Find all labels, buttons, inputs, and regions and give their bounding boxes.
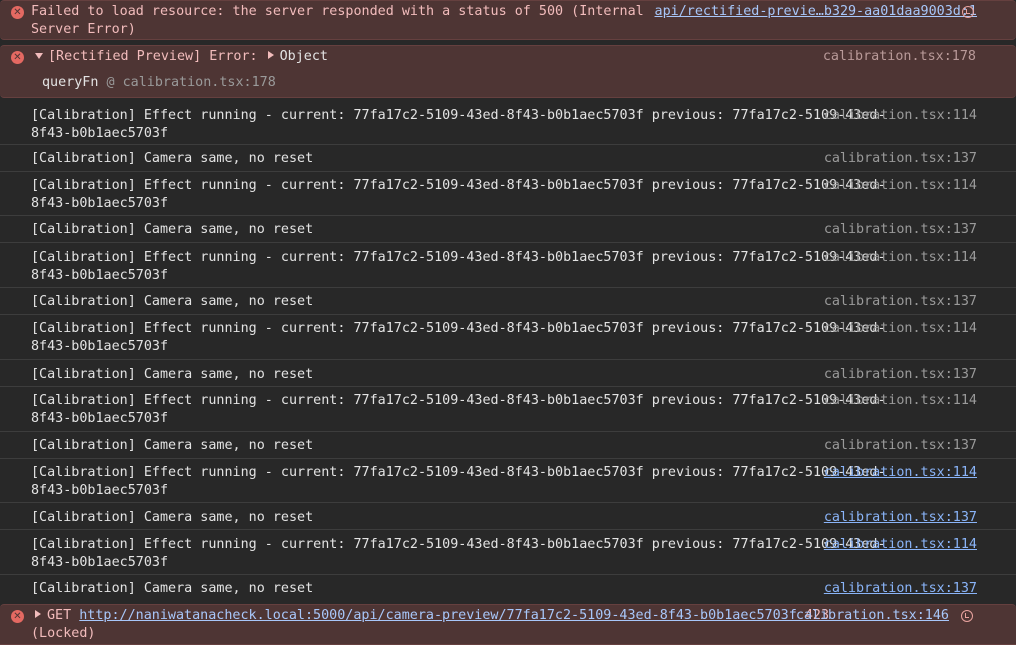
log-line1: [Calibration] Effect running - current: …	[31, 393, 886, 408]
log-message: [Calibration] Camera same, no reset	[31, 222, 314, 237]
network-retry-icon[interactable]	[961, 610, 973, 622]
error-message-line2: Server Error)	[31, 22, 136, 37]
log-message: [Calibration] Effect running - current: …	[31, 107, 886, 143]
console-log-camera-same: [Calibration] Camera same, no reset cali…	[0, 432, 1016, 459]
log-line1: [Calibration] Effect running - current: …	[31, 537, 886, 552]
stack-function: queryFn	[42, 75, 99, 90]
source-link[interactable]: calibration.tsx:137	[824, 150, 977, 168]
network-retry-icon[interactable]	[962, 6, 974, 18]
log-message: [Calibration] Camera same, no reset	[31, 367, 314, 382]
request-url[interactable]: http://naniwatanacheck.local:5000/api/ca…	[79, 608, 797, 623]
log-message: [Calibration] Effect running - current: …	[31, 249, 886, 285]
devtools-console: ✕ Failed to load resource: the server re…	[0, 0, 1016, 645]
log-line2: 8f43-b0b1aec5703f	[31, 411, 169, 426]
error-message: [Rectified Preview] Error: Object	[35, 48, 328, 66]
expand-object-icon[interactable]	[267, 51, 274, 59]
log-line2: 8f43-b0b1aec5703f	[31, 483, 169, 498]
error-icon: ✕	[11, 610, 24, 623]
source-link[interactable]: calibration.tsx:137	[824, 221, 977, 239]
log-message: [Calibration] Camera same, no reset	[31, 510, 314, 525]
source-link[interactable]: calibration.tsx:114	[824, 249, 977, 267]
log-line1: [Calibration] Effect running - current: …	[31, 108, 886, 123]
log-line2: 8f43-b0b1aec5703f	[31, 268, 169, 283]
log-line1: [Calibration] Effect running - current: …	[31, 178, 886, 193]
console-log-effect: [Calibration] Effect running - current: …	[0, 530, 1016, 575]
request-method: GET	[47, 608, 72, 623]
error-message: Failed to load resource: the server resp…	[31, 3, 644, 39]
source-link[interactable]: calibration.tsx:137	[824, 509, 977, 527]
source-link[interactable]: calibration.tsx:114	[824, 107, 977, 125]
console-log-camera-same: [Calibration] Camera same, no reset cali…	[0, 575, 1016, 603]
console-log-camera-same: [Calibration] Camera same, no reset cali…	[0, 216, 1016, 243]
source-link[interactable]: calibration.tsx:178	[823, 48, 976, 66]
console-log-camera-same: [Calibration] Camera same, no reset cali…	[0, 288, 1016, 315]
source-link[interactable]: calibration.tsx:114	[824, 177, 977, 195]
console-log-effect: [Calibration] Effect running - current: …	[0, 243, 1016, 288]
console-log-effect: [Calibration] Effect running - current: …	[0, 387, 1016, 432]
log-line2: 8f43-b0b1aec5703f	[31, 126, 169, 141]
source-link[interactable]: api/rectified-previe…b329-aa01daa9003d:1	[655, 3, 977, 21]
console-log-camera-same: [Calibration] Camera same, no reset cali…	[0, 503, 1016, 530]
log-message: [Calibration] Effect running - current: …	[31, 392, 886, 428]
log-message: [Calibration] Camera same, no reset	[31, 438, 314, 453]
console-error-network: ✕ GET http://naniwatanacheck.local:5000/…	[0, 604, 1016, 645]
console-error-resource: ✕ Failed to load resource: the server re…	[0, 0, 1016, 40]
console-log-camera-same: [Calibration] Camera same, no reset cali…	[0, 360, 1016, 387]
log-message: [Calibration] Camera same, no reset	[31, 581, 314, 596]
console-log-effect: [Calibration] Effect running - current: …	[0, 459, 1016, 503]
source-link[interactable]: calibration.tsx:114	[824, 464, 977, 482]
source-link[interactable]: calibration.tsx:137	[824, 293, 977, 311]
error-prefix: [Rectified Preview] Error:	[48, 49, 258, 64]
source-link[interactable]: calibration.tsx:137	[824, 580, 977, 598]
expand-request-icon[interactable]	[35, 610, 41, 618]
object-label[interactable]: Object	[280, 49, 328, 64]
source-link[interactable]: calibration.tsx:146	[796, 607, 949, 625]
console-log-effect: [Calibration] Effect running - current: …	[0, 315, 1016, 360]
log-line2: 8f43-b0b1aec5703f	[31, 196, 169, 211]
error-message-line1: Failed to load resource: the server resp…	[31, 4, 644, 19]
source-link[interactable]: calibration.tsx:114	[824, 392, 977, 410]
log-line2: 8f43-b0b1aec5703f	[31, 555, 169, 570]
log-message: [Calibration] Effect running - current: …	[31, 464, 886, 500]
source-link[interactable]: calibration.tsx:137	[824, 366, 977, 384]
source-link[interactable]: calibration.tsx:137	[824, 437, 977, 455]
log-line1: [Calibration] Effect running - current: …	[31, 250, 886, 265]
stack-source[interactable]: calibration.tsx:178	[123, 75, 276, 90]
console-log-effect: [Calibration] Effect running - current: …	[0, 101, 1016, 145]
error-message: GET http://naniwatanacheck.local:5000/ap…	[35, 607, 829, 625]
log-message: [Calibration] Effect running - current: …	[31, 177, 886, 213]
console-log-effect: [Calibration] Effect running - current: …	[0, 172, 1016, 216]
console-log-camera-same: [Calibration] Camera same, no reset cali…	[0, 145, 1016, 172]
error-icon: ✕	[11, 6, 24, 19]
log-line1: [Calibration] Effect running - current: …	[31, 465, 886, 480]
log-message: [Calibration] Effect running - current: …	[31, 536, 886, 572]
log-message: [Calibration] Effect running - current: …	[31, 320, 886, 356]
stack-at: @	[106, 75, 115, 90]
stack-frame: queryFn @ calibration.tsx:178	[42, 74, 276, 92]
source-link[interactable]: calibration.tsx:114	[824, 320, 977, 338]
source-link[interactable]: calibration.tsx:114	[824, 536, 977, 554]
log-line2: 8f43-b0b1aec5703f	[31, 339, 169, 354]
request-status-text: (Locked)	[31, 626, 96, 641]
console-error-rectified-preview: ✕ [Rectified Preview] Error: Object calib…	[0, 45, 1016, 98]
error-icon: ✕	[11, 51, 24, 64]
log-line1: [Calibration] Effect running - current: …	[31, 321, 886, 336]
expand-triangle-icon[interactable]	[35, 53, 43, 59]
log-message: [Calibration] Camera same, no reset	[31, 151, 314, 166]
log-message: [Calibration] Camera same, no reset	[31, 294, 314, 309]
